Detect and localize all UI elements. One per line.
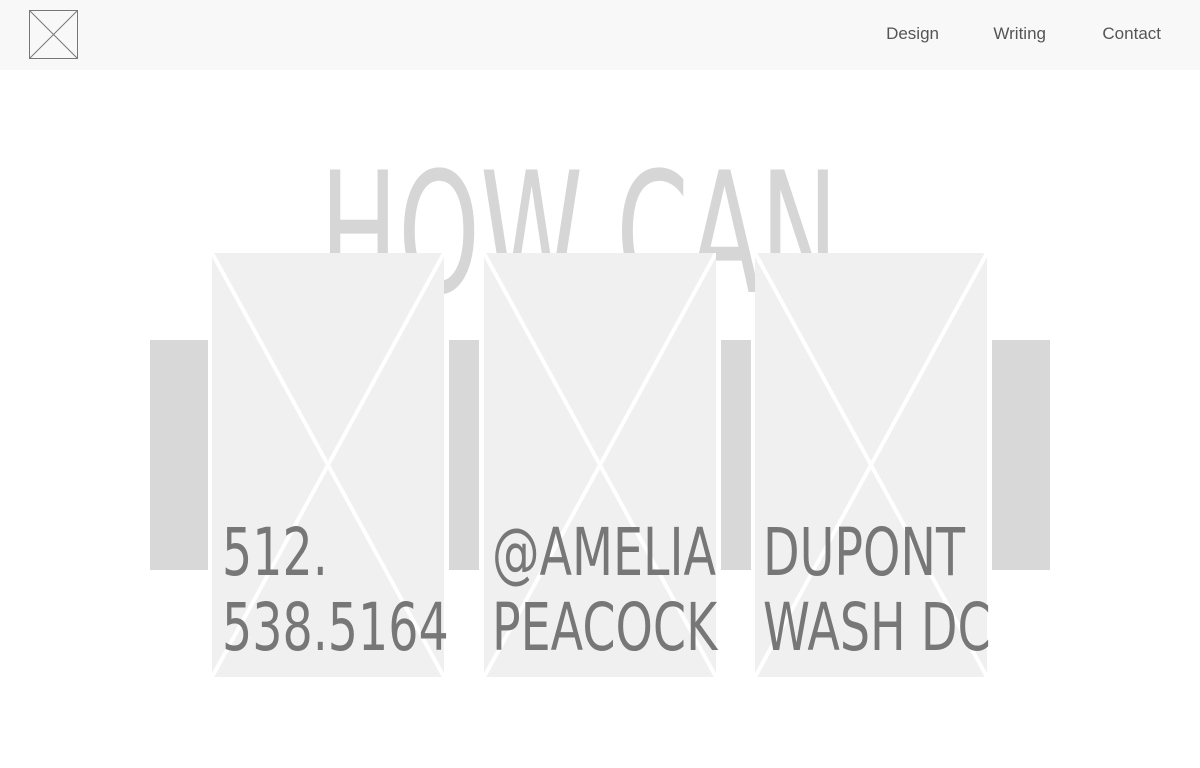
nav-link-writing[interactable]: Writing — [993, 24, 1046, 44]
nav-link-contact[interactable]: Contact — [1102, 24, 1161, 44]
decor-strip — [992, 340, 1050, 570]
site-header: Design Writing Contact — [0, 0, 1200, 70]
decor-strip — [449, 340, 479, 570]
logo-placeholder-icon[interactable] — [29, 10, 79, 60]
nav-link-design[interactable]: Design — [886, 24, 939, 44]
card-line: DUPONT — [763, 514, 966, 591]
card-line: 512. — [222, 514, 328, 591]
contact-card-phone[interactable]: 512. 538.5164 — [212, 253, 449, 677]
card-text: 512. 538.5164 — [222, 514, 449, 666]
decor-strip — [150, 340, 208, 570]
card-text: @AMELIA PEACOCK — [492, 514, 718, 666]
contact-card-social[interactable]: @AMELIA PEACOCK — [484, 253, 718, 677]
card-line: @AMELIA — [492, 514, 717, 591]
page: Design Writing Contact HOW CAN I HELP? 5… — [0, 0, 1200, 768]
card-line: PEACOCK — [492, 589, 718, 666]
decor-strip — [721, 340, 751, 570]
card-text: DUPONT WASH DC — [763, 514, 991, 666]
contact-card-location[interactable]: DUPONT WASH DC — [755, 253, 991, 677]
card-line: WASH DC — [763, 589, 991, 666]
card-line: 538.5164 — [222, 589, 449, 666]
